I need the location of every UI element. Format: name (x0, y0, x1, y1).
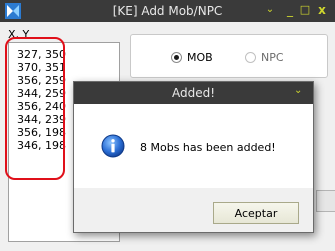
close-button[interactable]: x (313, 2, 331, 18)
accept-button[interactable]: Aceptar (213, 202, 299, 224)
mob-radio-label: MOB (187, 51, 213, 64)
maximize-button[interactable]: □ (296, 2, 314, 18)
main-window-titlebar[interactable]: [KE] Add Mob/NPC ⌄ _ □ x (0, 0, 335, 22)
dialog-titlebar[interactable]: Added! ⌄ (74, 82, 313, 104)
highlight-annotation (5, 37, 65, 180)
added-dialog: Added! ⌄ 8 Mobs has been added! Aceptar (73, 81, 314, 233)
info-icon (101, 134, 125, 158)
dialog-content: 8 Mobs has been added! (74, 104, 313, 188)
chevron-down-icon[interactable]: ⌄ (261, 2, 279, 18)
npc-radio-label: NPC (261, 51, 284, 64)
mob-radio[interactable]: MOB (171, 51, 213, 64)
npc-radio[interactable]: NPC (245, 51, 284, 64)
npc-radio-indicator[interactable] (245, 52, 256, 63)
background-button[interactable] (316, 190, 335, 212)
dialog-title: Added! (171, 86, 216, 100)
type-radio-group: MOB NPC (130, 34, 328, 78)
dialog-message: 8 Mobs has been added! (140, 141, 276, 154)
mob-radio-indicator[interactable] (171, 52, 182, 63)
dialog-footer: Aceptar (74, 188, 313, 232)
chevron-down-icon[interactable]: ⌄ (294, 85, 302, 96)
